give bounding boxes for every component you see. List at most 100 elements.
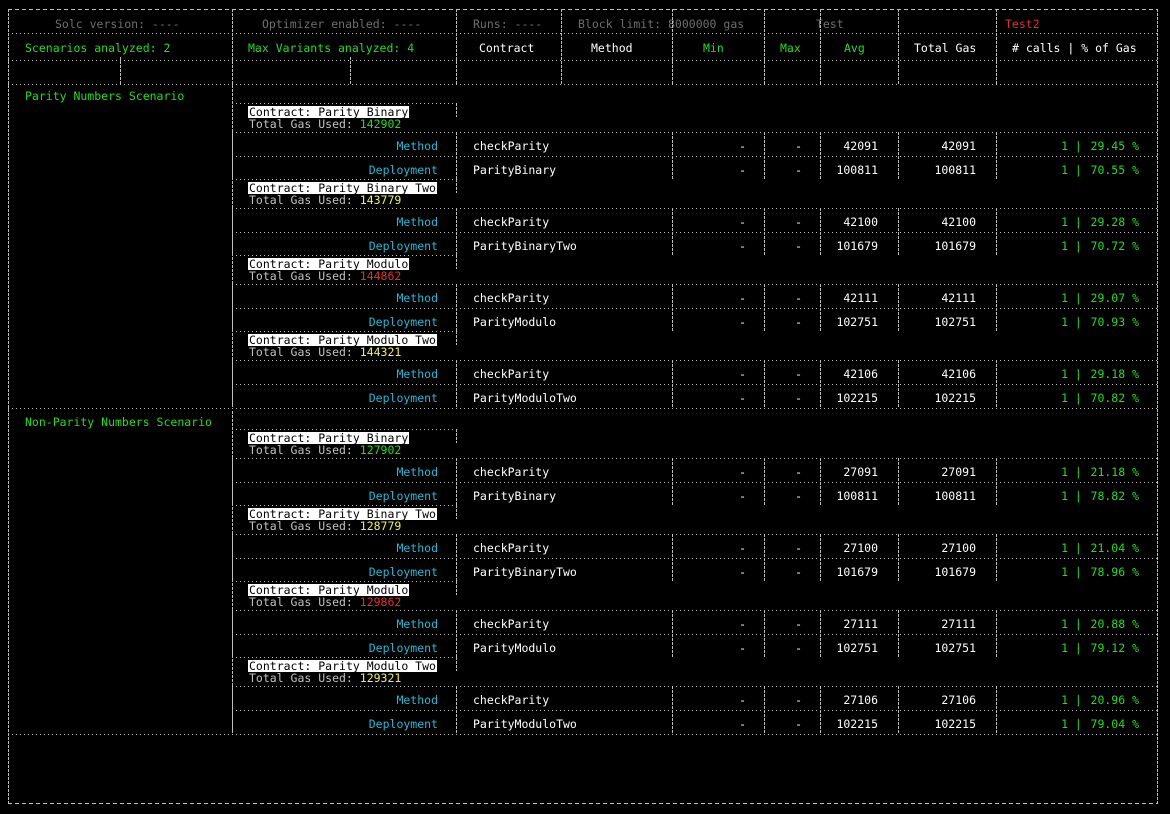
total-gas-used: Total Gas Used: 128779 [249,520,401,532]
column-divider [820,284,821,308]
column-divider [820,9,821,85]
row-percent: 70.93 % [1090,315,1139,329]
column-divider [672,458,673,482]
column-divider [456,610,457,634]
row-contract: ParityBinary [473,163,557,177]
column-divider [764,634,765,658]
row-sep: | [1068,315,1089,329]
row-separator [232,384,1158,385]
column-divider [456,360,457,384]
column-divider [898,208,899,232]
row-percent: 70.72 % [1090,239,1139,253]
column-divider [456,103,457,117]
row-percent: 79.04 % [1090,717,1139,731]
scenario-separator [8,734,1158,735]
row-avg: 42091 [843,139,878,153]
row-contract: ParityModuloTwo [473,717,577,731]
column-divider [996,208,997,232]
column-divider [456,308,457,332]
column-divider [996,384,997,408]
column-divider [232,411,233,733]
row-type-label: Deployment [368,239,438,253]
contract-separator [232,331,458,332]
column-divider [561,9,562,85]
total-gas-used: Total Gas Used: 142902 [249,118,401,130]
row-min: - [739,367,746,381]
column-divider [820,710,821,734]
total-gas-prefix: Total Gas Used: [249,443,360,457]
column-divider [996,558,997,582]
total-gas-used: Total Gas Used: 127902 [249,444,401,456]
column-divider [764,156,765,180]
terminal-window: Solc version: ---- Optimizer enabled: --… [0,0,1170,814]
column-divider [898,232,899,256]
row-contract: checkParity [473,617,550,631]
total-gas-value: 142902 [359,117,402,131]
row-calls: 1 [1061,367,1068,381]
column-divider [672,384,673,408]
contract-separator [232,255,458,256]
row-avg: 42100 [843,215,878,229]
column-divider [898,482,899,506]
row-total: 27111 [941,617,976,631]
row-min: - [739,617,746,631]
column-divider [456,179,457,193]
total-gas-value: 144321 [359,345,402,359]
column-divider [764,686,765,710]
column-divider [672,308,673,332]
row-max: - [795,641,802,655]
column-divider [764,208,765,232]
row-percent: 70.55 % [1090,163,1139,177]
row-calls: 1 [1061,617,1068,631]
row-max: - [795,139,802,153]
column-divider [456,284,457,308]
column-divider [898,360,899,384]
column-divider [898,458,899,482]
row-max: - [795,239,802,253]
row-sep: | [1068,367,1089,381]
row-avg: 100811 [836,489,878,503]
column-divider [350,57,351,85]
row-contract: ParityBinary [473,489,557,503]
contract-separator [232,581,458,582]
column-divider [820,384,821,408]
total-gas-prefix: Total Gas Used: [249,671,360,685]
row-max: - [795,315,802,329]
row-sep: | [1068,215,1089,229]
column-divider [764,132,765,156]
row-contract: checkParity [473,693,550,707]
row-max: - [795,163,802,177]
row-contract: ParityBinaryTwo [473,565,577,579]
row-sep: | [1068,541,1089,555]
column-divider [456,505,457,519]
row-separator [232,156,1158,157]
row-calls: 1 [1061,641,1068,655]
column-divider [456,232,457,256]
row-max: - [795,391,802,405]
method-header: Method [591,41,633,55]
total-gas-value: 128779 [359,519,402,533]
row-avg: 102751 [836,641,878,655]
row-min: - [739,693,746,707]
total-gas-header: Total Gas [914,41,977,55]
column-divider [820,208,821,232]
column-divider [898,534,899,558]
row-avg: 42111 [843,291,878,305]
row-sep: | [1068,641,1089,655]
column-divider [120,57,121,85]
top-border [8,9,1158,10]
column-divider [232,9,233,85]
row-sep: | [1068,717,1089,731]
column-divider [996,610,997,634]
column-divider [898,384,899,408]
row-type-label: Method [396,139,438,153]
row-total: 102215 [934,391,976,405]
row-avg: 102215 [836,391,878,405]
column-divider [820,534,821,558]
header-separator [8,33,1158,34]
row-type-label: Deployment [368,565,438,579]
column-divider [764,458,765,482]
row-max: - [795,465,802,479]
row-percent: 78.82 % [1090,489,1139,503]
column-divider [672,534,673,558]
